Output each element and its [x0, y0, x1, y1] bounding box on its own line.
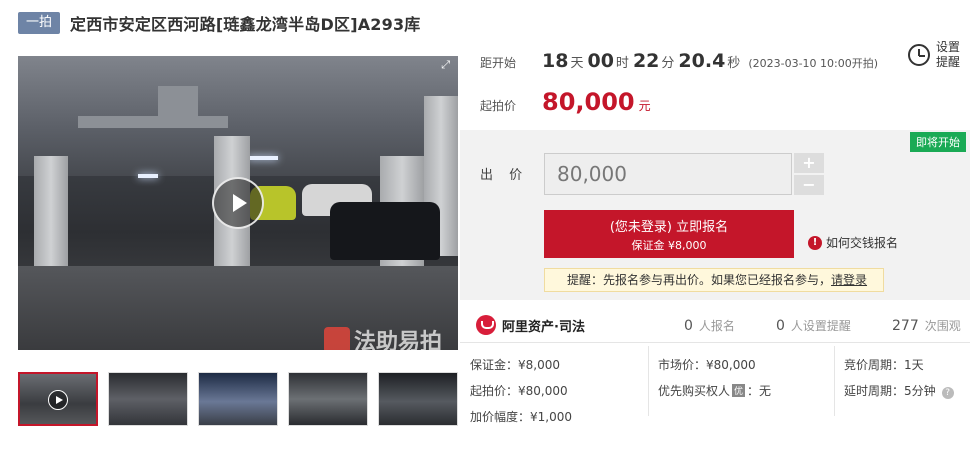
reminder-count-label: 人设置提醒 [790, 318, 851, 333]
divider [460, 342, 970, 343]
priority-info: 优先购买权人优：无 [658, 382, 771, 399]
priority-label: 优先购买权人 [658, 384, 731, 398]
thumbnail-image[interactable] [378, 372, 458, 426]
signup-button[interactable]: (您未登录) 立即报名 保证金 ¥8,000 [544, 210, 794, 258]
priority-badge: 优 [732, 384, 746, 397]
watermark-text: 法助易拍 [354, 330, 443, 350]
info-icon: ! [808, 235, 822, 250]
thumbnail-image[interactable] [108, 372, 188, 426]
view-count-value: 277 [892, 317, 919, 334]
view-count: 277 次围观 [892, 317, 961, 334]
thumbnail-strip [18, 372, 468, 426]
countdown-minutes-unit: 分 [661, 56, 675, 71]
login-notice: 提醒：先报名参与再出价。如果您已经报名参与，请登录 [544, 268, 884, 292]
reminder-count-value: 0 [776, 317, 785, 334]
market-price-info: 市场价：¥80,000 [658, 358, 756, 372]
play-icon [233, 194, 247, 212]
signup-button-label: (您未登录) 立即报名 [609, 220, 729, 235]
start-price-unit: 元 [638, 99, 651, 113]
countdown-seconds: 20.4 [678, 50, 726, 72]
page-header: 一拍 定西市安定区西河路[琏鑫龙湾半岛D区]A293库 [18, 12, 421, 34]
status-badge: 即将开始 [910, 132, 966, 152]
thumbnail-image [199, 373, 277, 425]
notice-text: 提醒：先报名参与再出价。如果您已经报名参与， [567, 273, 832, 287]
reminder-count: 0 人设置提醒 [776, 317, 851, 334]
main-video[interactable]: ⤢ 法助易拍 [18, 56, 458, 350]
ceiling-duct [158, 86, 198, 126]
thumbnail-image [379, 373, 457, 425]
login-link[interactable]: 请登录 [831, 273, 867, 287]
ceiling-light [138, 174, 158, 178]
extension-info: 延时周期：5分钟? [844, 382, 954, 399]
start-price-info: 起拍价：¥80,000 [470, 384, 568, 398]
watermark-logo-icon [324, 327, 350, 350]
thumbnail-image [109, 373, 187, 425]
thumbnail-video[interactable] [18, 372, 98, 426]
start-price-row: 起拍价 80,000 元 [480, 88, 651, 116]
bid-cycle-info: 竞价周期：1天 [844, 358, 924, 372]
countdown: 距开始 18 天 00 时 22 分 20.4 秒 (2023-03-10 10:00开… [480, 50, 878, 72]
brand-label: 阿里资产·司法 [502, 319, 585, 335]
signup-count-value: 0 [684, 317, 693, 334]
increase-bid-button[interactable]: + [794, 153, 824, 173]
how-to-pay-link[interactable]: ! 如何交钱报名 [808, 234, 898, 251]
expand-icon[interactable]: ⤢ [441, 58, 450, 72]
signup-count-label: 人报名 [698, 318, 735, 333]
countdown-days: 18 [542, 50, 569, 72]
ceiling-light [248, 156, 278, 160]
set-reminder-button[interactable]: 设置提醒 [908, 40, 962, 70]
countdown-seconds-unit: 秒 [727, 56, 741, 71]
bid-stepper: + − [794, 153, 824, 197]
ceiling-duct [78, 116, 228, 128]
view-count-label: 次围观 [924, 318, 961, 333]
countdown-hours: 00 [587, 50, 614, 72]
auction-info: 距开始 18 天 00 时 22 分 20.4 秒 (2023-03-10 10:00开… [460, 40, 976, 130]
play-icon [48, 390, 68, 410]
reminder-label: 设置提醒 [936, 40, 961, 69]
countdown-label: 距开始 [480, 56, 517, 70]
extension-label: 延时周期：5分钟 [844, 384, 936, 398]
signup-deposit: 保证金 ¥8,000 [631, 239, 707, 252]
deposit-info: 保证金：¥8,000 [470, 358, 560, 372]
thumbnail-image[interactable] [288, 372, 368, 426]
signup-count: 0 人报名 [684, 317, 735, 334]
bid-label: 出 价 [480, 168, 529, 183]
bid-amount-input[interactable]: 80,000 [544, 153, 792, 195]
help-icon[interactable]: ? [941, 387, 954, 399]
how-to-pay-label: 如何交钱报名 [826, 236, 899, 250]
divider [834, 346, 835, 416]
divider [648, 346, 649, 416]
start-time: (2023-03-10 10:00开拍) [748, 57, 879, 70]
thumbnail-image[interactable] [198, 372, 278, 426]
start-price-label: 起拍价 [480, 99, 517, 113]
countdown-days-unit: 天 [570, 56, 584, 71]
ali-assets-logo-icon [476, 315, 496, 335]
decrease-bid-button[interactable]: − [794, 175, 824, 195]
auction-round-badge: 一拍 [18, 12, 61, 34]
thumbnail-image [289, 373, 367, 425]
countdown-minutes: 22 [632, 50, 660, 72]
priority-value: ：无 [747, 384, 772, 398]
bid-panel: 即将开始 出 价 80,000 + − (您未登录) 立即报名 保证金 ¥8,0… [460, 130, 970, 300]
alarm-clock-icon [908, 44, 930, 66]
increment-info: 加价幅度：¥1,000 [470, 410, 572, 424]
parked-car [330, 202, 440, 260]
start-price-value: 80,000 [542, 88, 635, 116]
stats-bar: 阿里资产·司法 0 人报名 0 人设置提醒 277 次围观 [476, 310, 970, 340]
auction-details: 保证金：¥8,000 起拍价：¥80,000 加价幅度：¥1,000 市场价：¥… [460, 344, 970, 434]
watermark: 法助易拍 [324, 324, 442, 350]
countdown-hours-unit: 时 [615, 56, 629, 71]
play-button[interactable] [212, 177, 264, 229]
page-title: 定西市安定区西河路[琏鑫龙湾半岛D区]A293库 [70, 15, 421, 34]
